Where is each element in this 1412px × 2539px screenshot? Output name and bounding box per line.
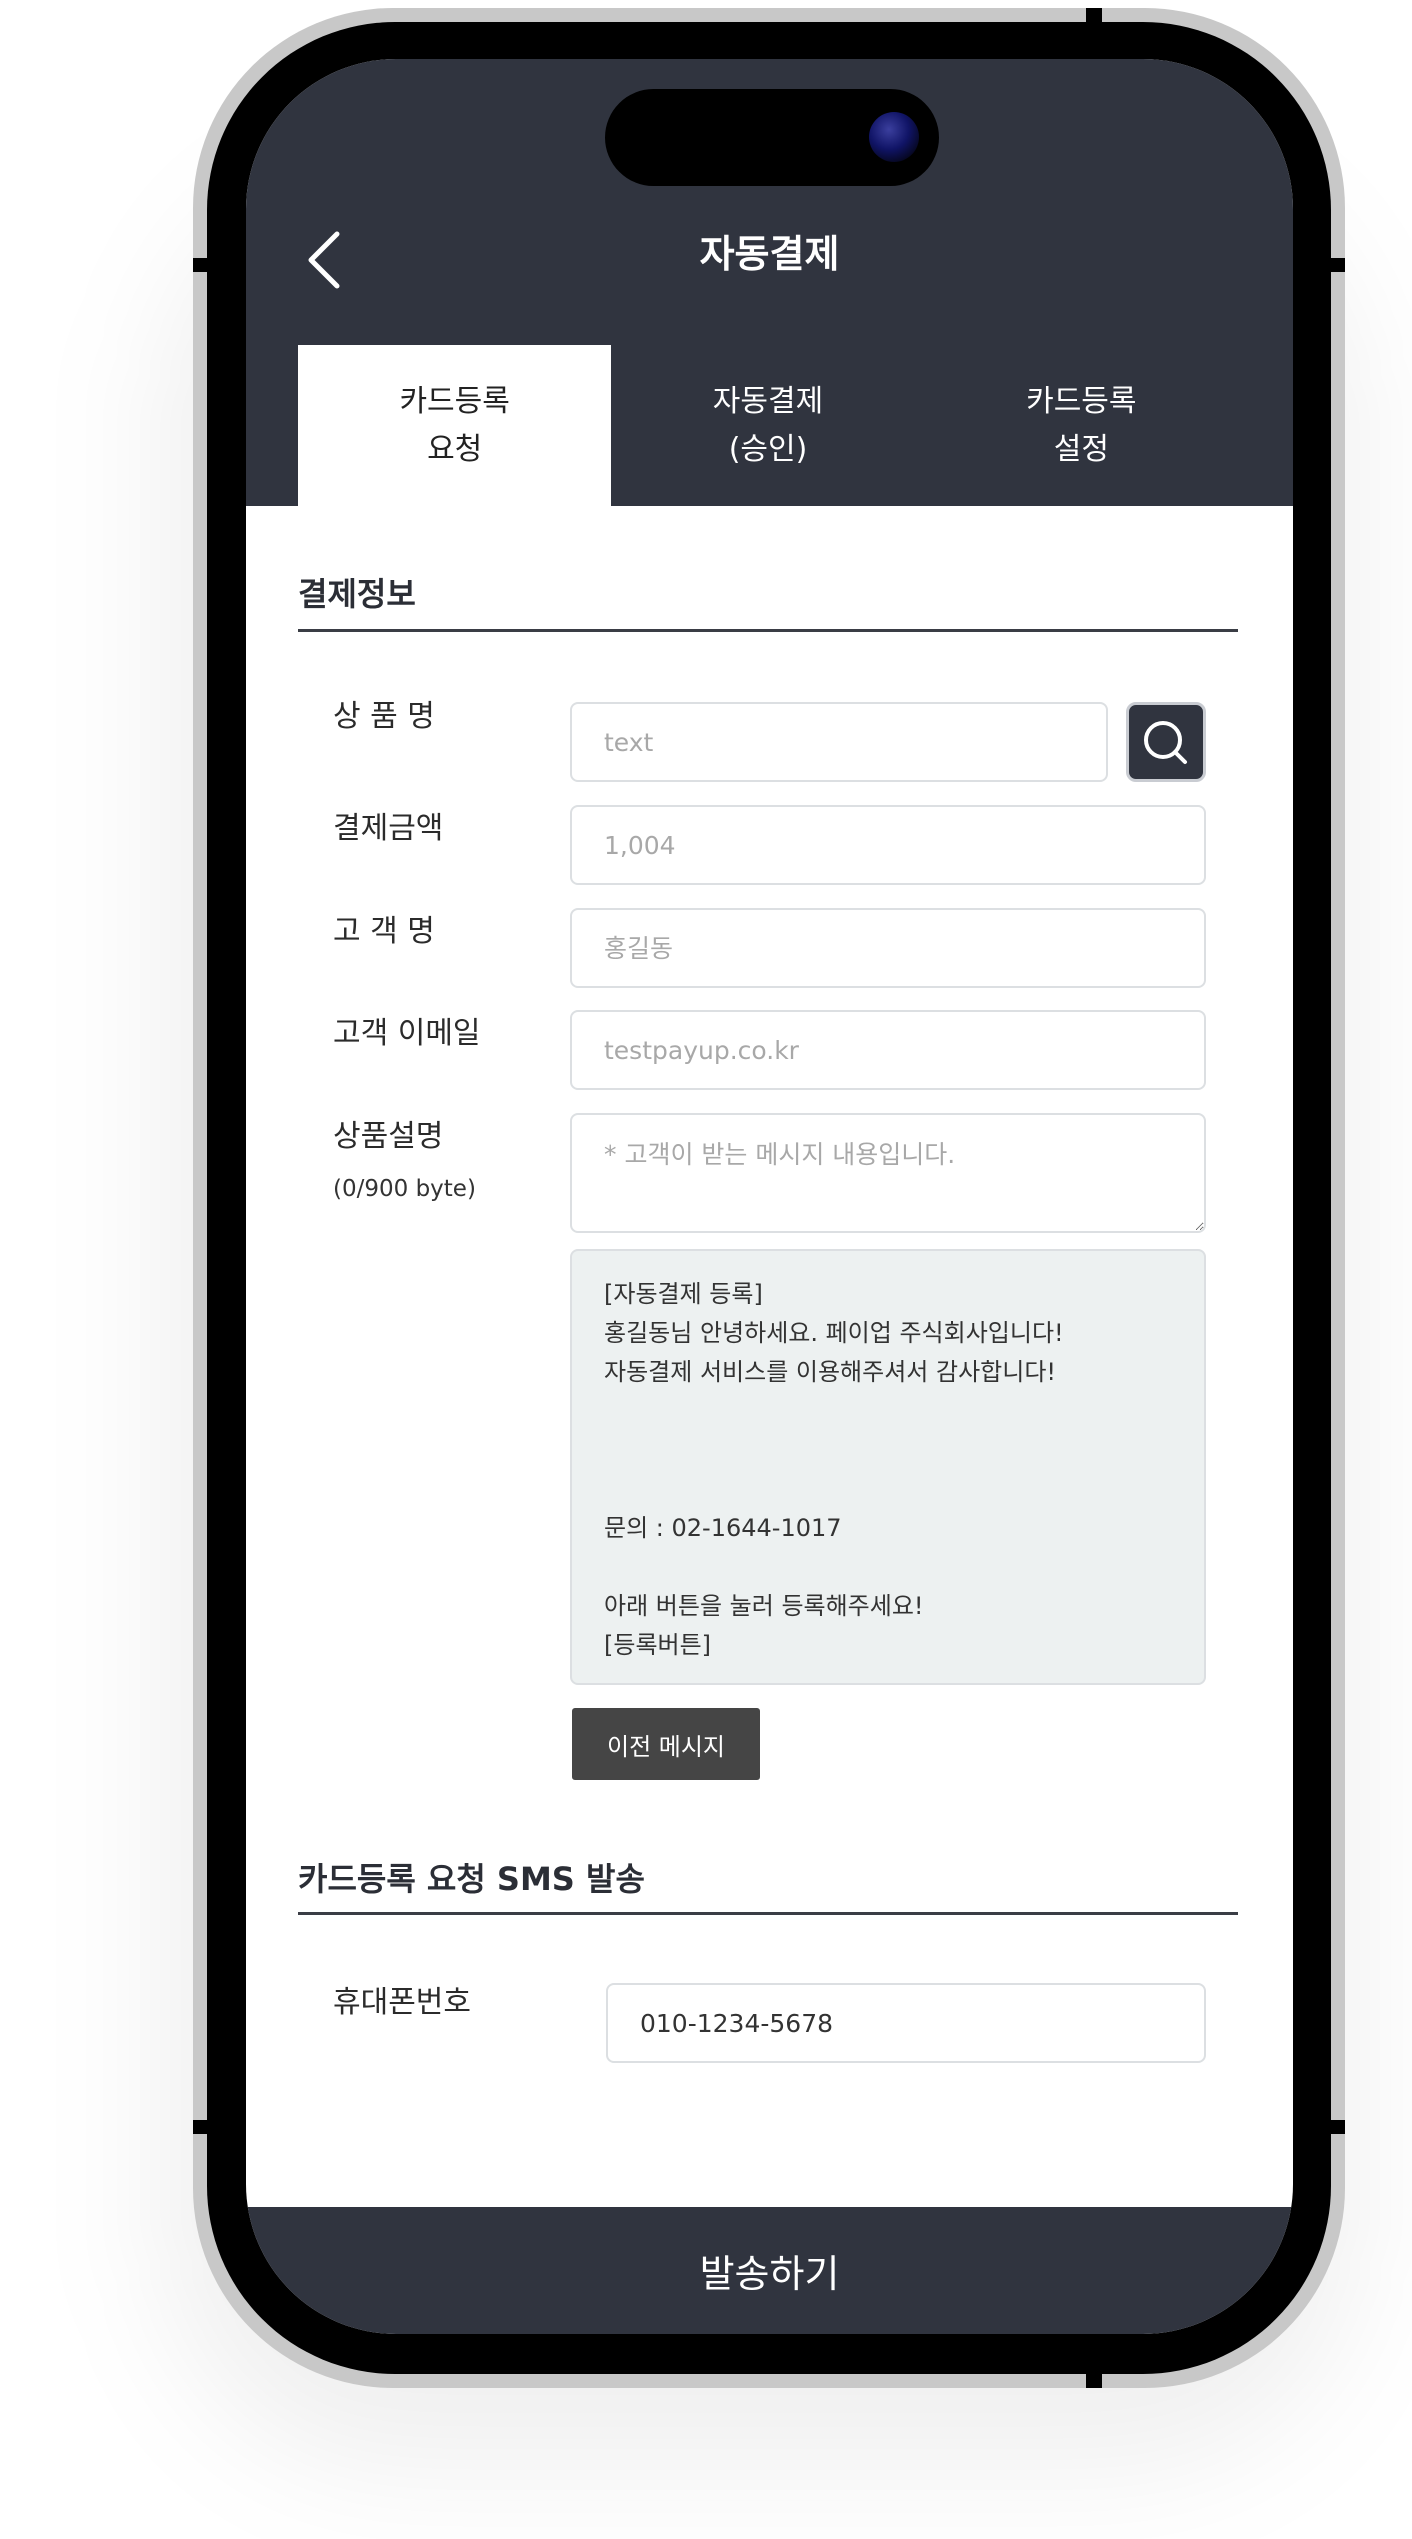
message-line (604, 1470, 1172, 1509)
customer-email-label: 고객 이메일 (333, 1016, 481, 1051)
message-line: 자동결제 서비스를 이용해주셔서 감사합니다! (604, 1358, 1057, 1386)
product-description-label: 상품설명 (333, 1119, 444, 1154)
previous-message-button[interactable]: 이전 메시지 (572, 1708, 760, 1780)
message-line: [자동결제 등록] (604, 1280, 763, 1308)
section-divider (298, 629, 1238, 632)
payment-info-title: 결제정보 (298, 575, 416, 613)
product-description-textarea[interactable] (570, 1113, 1206, 1233)
phone-number-label: 휴대폰번호 (333, 1985, 471, 2020)
antenna-band-left-bottom (193, 2120, 215, 2134)
product-name-input[interactable] (570, 702, 1108, 782)
tab-card-register-request[interactable]: 카드등록 요청 (298, 345, 612, 506)
product-search-button[interactable] (1126, 702, 1206, 782)
tab-label-line1: 자동결제 (712, 383, 824, 419)
dynamic-island (605, 89, 939, 186)
tab-label-line2: (승인) (728, 431, 808, 467)
search-icon (1144, 721, 1187, 764)
amount-input[interactable] (570, 805, 1206, 885)
description-byte-count: (0/900 byte) (333, 1176, 476, 1202)
tab-card-register-settings[interactable]: 카드등록 설정 (925, 345, 1238, 506)
app-header: 자동결제 카드등록 요청 자동결제 (승인) 카드등록 설정 (246, 59, 1293, 506)
antenna-band-bottom (1086, 2364, 1102, 2388)
send-button[interactable]: 발송하기 (246, 2207, 1293, 2334)
product-name-label: 상 품 명 (333, 699, 435, 734)
stage: 자동결제 카드등록 요청 자동결제 (승인) 카드등록 설정 결제정보 상 품 … (0, 0, 1412, 2539)
tab-label-line2: 요청 (427, 431, 483, 467)
message-line (604, 1431, 1172, 1470)
customer-name-label: 고 객 명 (333, 914, 435, 949)
antenna-band-left-top (193, 258, 215, 272)
section-divider (298, 1912, 1238, 1915)
tab-label-line2: 설정 (1053, 431, 1109, 467)
message-line: 아래 버튼을 눌러 등록해주세요! (604, 1592, 924, 1620)
message-line (604, 1548, 1172, 1587)
tab-label-line1: 카드등록 (1026, 383, 1137, 419)
tab-auto-payment-approval[interactable]: 자동결제 (승인) (611, 345, 924, 506)
front-camera (869, 112, 919, 162)
customer-name-input[interactable] (570, 908, 1206, 988)
message-line (604, 1392, 1172, 1431)
amount-label: 결제금액 (333, 811, 444, 846)
message-line: 문의 : 02-1644-1017 (604, 1514, 842, 1542)
antenna-band-right-top (1323, 258, 1345, 272)
tab-label-line1: 카드등록 (399, 383, 510, 419)
sms-section-title: 카드등록 요청 SMS 발송 (298, 1860, 645, 1898)
antenna-band-right-bottom (1323, 2120, 1345, 2134)
customer-email-input[interactable] (570, 1010, 1206, 1090)
phone-number-input[interactable] (606, 1983, 1206, 2063)
message-preview: [자동결제 등록] 홍길동님 안녕하세요. 페이업 주식회사입니다! 자동결제 … (570, 1249, 1206, 1685)
phone-screen: 자동결제 카드등록 요청 자동결제 (승인) 카드등록 설정 결제정보 상 품 … (246, 59, 1293, 2334)
message-line: 홍길동님 안녕하세요. 페이업 주식회사입니다! (604, 1319, 1064, 1347)
antenna-band-top (1086, 8, 1102, 32)
page-title: 자동결제 (699, 232, 840, 276)
tab-bar: 카드등록 요청 자동결제 (승인) 카드등록 설정 (298, 345, 1238, 506)
message-line: [등록버튼] (604, 1631, 712, 1659)
